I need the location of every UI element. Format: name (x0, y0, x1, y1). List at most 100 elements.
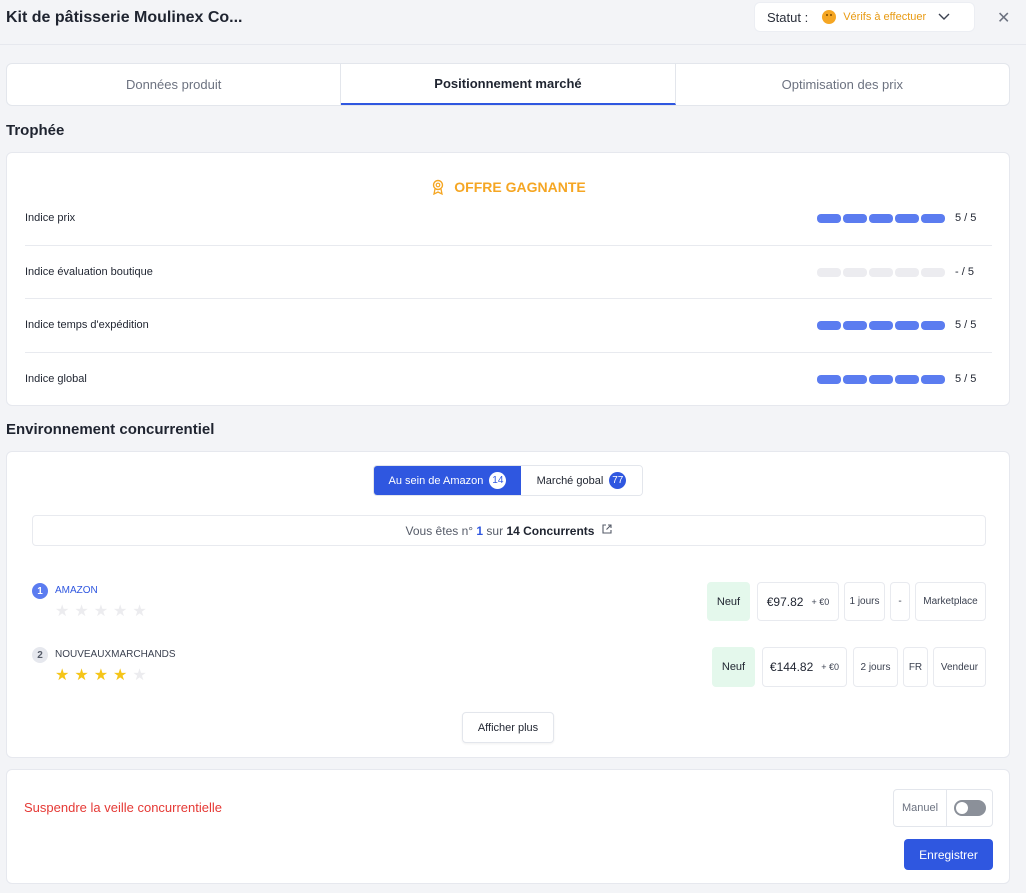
index-bar-segment (817, 375, 841, 384)
index-row: Indice évaluation boutique - / 5 (25, 266, 992, 278)
index-bar-segment (895, 375, 919, 384)
tab-bar: Données produit Positionnement marché Op… (6, 63, 1010, 106)
global-count-badge: 77 (609, 472, 627, 489)
product-title: Kit de pâtisserie Moulinex Co... (6, 9, 243, 26)
index-score: 5 / 5 (955, 373, 977, 385)
index-bar (817, 268, 945, 277)
award-icon (430, 179, 446, 196)
rank-prefix: Vous êtes n° (405, 523, 474, 538)
amazon-count-badge: 14 (489, 472, 507, 489)
manual-label: Manuel (894, 790, 947, 826)
index-score: 5 / 5 (955, 212, 977, 224)
status-value: Vérifs à effectuer (843, 11, 927, 23)
rank-total: 14 Concurrents (506, 523, 595, 538)
index-bar (817, 375, 945, 384)
manual-switch[interactable] (953, 800, 986, 816)
star-icon: ★ (132, 667, 147, 684)
environment-section-title: Environnement concurrentiel (6, 421, 215, 438)
winner-label: OFFRE GAGNANTE (454, 179, 586, 195)
star-icon: ★ (55, 667, 70, 684)
index-bar-segment (843, 214, 867, 223)
condition-pill: Neuf (707, 582, 750, 621)
global-scope-button[interactable]: Marché gobal 77 (520, 466, 642, 495)
index-bar-segment (869, 214, 893, 223)
rating-stars: ★ ★ ★ ★ ★ (55, 604, 147, 620)
index-row: Indice temps d'expédition 5 / 5 (25, 319, 992, 331)
rating-stars: ★ ★ ★ ★ ★ (55, 668, 147, 684)
rank-badge: 1 (32, 583, 48, 599)
index-bar-segment (869, 375, 893, 384)
index-name: Indice global (25, 373, 87, 385)
show-more-button[interactable]: Afficher plus (462, 712, 554, 743)
trophy-section-title: Trophée (6, 122, 65, 139)
index-row: Indice prix 5 / 5 (25, 212, 992, 224)
index-row: Indice global 5 / 5 (25, 373, 992, 385)
price-pill: €144.82 + €0 (762, 647, 847, 687)
competitor-name[interactable]: NOUVEAUXMARCHANDS (55, 649, 176, 660)
competitor-name[interactable]: AMAZON (55, 585, 98, 596)
star-icon: ★ (113, 667, 128, 684)
status-label: Statut : (767, 9, 809, 25)
market-scope-toggle: Au sein de Amazon 14 Marché gobal 77 (373, 465, 643, 496)
star-icon: ★ (55, 603, 70, 620)
tab-positionnement-marche[interactable]: Positionnement marché (341, 64, 676, 105)
tab-optimisation-prix[interactable]: Optimisation des prix (676, 64, 1009, 105)
index-name: Indice temps d'expédition (25, 319, 149, 331)
footer-card: Suspendre la veille concurrentielle Manu… (6, 769, 1010, 884)
index-bar-segment (869, 321, 893, 330)
divider (25, 352, 992, 353)
status-dropdown[interactable]: Statut : Vérifs à effectuer (754, 2, 975, 32)
index-bar-segment (921, 321, 945, 330)
star-icon: ★ (93, 667, 109, 684)
seller-type-pill: Marketplace (915, 582, 986, 621)
tab-donnees-produit[interactable]: Données produit (7, 64, 342, 105)
external-link-icon[interactable] (602, 524, 613, 537)
rank-number: 1 (476, 523, 484, 538)
star-icon: ★ (132, 603, 147, 620)
save-button[interactable]: Enregistrer (904, 839, 993, 870)
index-bar (817, 321, 945, 330)
rank-middle: sur (486, 523, 504, 538)
suspend-watch-link[interactable]: Suspendre la veille concurrentielle (24, 800, 222, 815)
index-bar-segment (895, 268, 919, 277)
modal-header: Kit de pâtisserie Moulinex Co... Statut … (0, 0, 1026, 45)
rank-info-bar: Vous êtes n° 1 sur 14 Concurrents (32, 515, 986, 546)
chevron-down-icon (938, 10, 950, 24)
manual-switch-wrap (947, 790, 992, 826)
index-bar-segment (843, 321, 867, 330)
index-name: Indice évaluation boutique (25, 266, 153, 278)
delay-pill: 2 jours (853, 647, 898, 687)
divider (25, 298, 992, 299)
index-score: 5 / 5 (955, 319, 977, 331)
index-name: Indice prix (25, 212, 76, 224)
condition-pill: Neuf (712, 647, 755, 687)
index-bar-segment (843, 268, 867, 277)
star-icon: ★ (93, 603, 109, 620)
index-bar-segment (817, 214, 841, 223)
country-pill: FR (903, 647, 928, 687)
amazon-scope-button[interactable]: Au sein de Amazon 14 (374, 466, 521, 495)
index-bar-segment (921, 214, 945, 223)
index-bar-segment (921, 375, 945, 384)
winner-banner: OFFRE GAGNANTE (7, 179, 1009, 196)
trophy-card: OFFRE GAGNANTE Indice prix 5 / 5 Indice … (6, 152, 1010, 406)
country-pill: - (890, 582, 910, 621)
manual-toggle: Manuel (893, 789, 993, 827)
rank-badge: 2 (32, 647, 48, 663)
price-pill: €97.82 + €0 (757, 582, 839, 621)
index-bar-segment (869, 268, 893, 277)
price-value: €144.82 (769, 660, 814, 674)
close-icon[interactable]: ✕ (997, 8, 1010, 28)
divider (25, 245, 992, 246)
amazon-scope-label: Au sein de Amazon (388, 474, 484, 487)
global-scope-label: Marché gobal (536, 474, 604, 487)
delay-pill: 1 jours (844, 582, 885, 621)
price-value: €97.82 (766, 594, 804, 609)
star-icon: ★ (74, 603, 89, 620)
index-bar-segment (817, 321, 841, 330)
index-bar-segment (843, 375, 867, 384)
index-bar-segment (895, 321, 919, 330)
environment-card: Au sein de Amazon 14 Marché gobal 77 Vou… (6, 451, 1010, 758)
shipping-value: + €0 (821, 662, 840, 672)
warning-face-icon (822, 10, 837, 24)
